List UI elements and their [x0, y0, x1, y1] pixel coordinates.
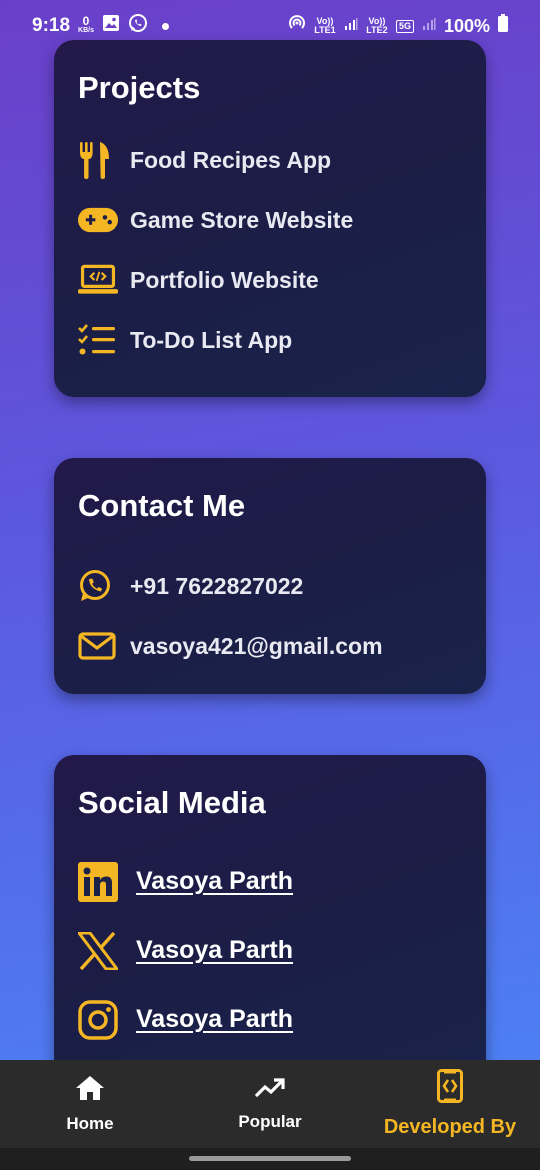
- project-item-portfolio[interactable]: Portfolio Website: [78, 250, 462, 310]
- social-list: Vasoya Parth Vasoya Parth Vasoya Parth: [78, 847, 462, 1054]
- contact-item-phone[interactable]: +91 7622827022: [78, 556, 462, 616]
- contact-title: Contact Me: [78, 488, 246, 523]
- restaurant-icon: [78, 140, 118, 180]
- status-left: 9:18 0 KB/s: [32, 13, 169, 39]
- nav-home[interactable]: Home: [0, 1075, 180, 1134]
- signal-icon: [344, 15, 358, 37]
- checklist-icon: [78, 320, 118, 360]
- projects-title: Projects: [78, 70, 201, 105]
- net-speed: 0 KB/s: [78, 14, 94, 35]
- projects-list: Food Recipes App Game Store Website Port…: [78, 130, 462, 370]
- battery-level: 100%: [443, 15, 490, 36]
- nav-popular[interactable]: Popular: [180, 1077, 360, 1132]
- project-label: To-Do List App: [130, 326, 293, 353]
- nav-developed-by-label: Developed By: [383, 1116, 517, 1138]
- contact-item-email[interactable]: vasoya421@gmail.com: [78, 616, 462, 676]
- sim1-label: Vo)) LTE1: [314, 16, 336, 35]
- instagram-icon: [78, 999, 118, 1040]
- whatsapp-icon: [78, 566, 118, 606]
- x-icon: [78, 931, 118, 971]
- code-file-icon: [437, 1069, 463, 1108]
- nav-home-label: Home: [66, 1113, 114, 1133]
- instagram-link[interactable]: Vasoya Parth: [136, 1005, 293, 1034]
- whatsapp-notification-icon: [128, 13, 148, 39]
- x-link[interactable]: Vasoya Parth: [136, 936, 293, 965]
- project-item-food-recipes[interactable]: Food Recipes App: [78, 130, 462, 190]
- project-label: Food Recipes App: [130, 146, 332, 173]
- home-icon: [75, 1075, 105, 1106]
- nav-developed-by[interactable]: Developed By: [360, 1069, 540, 1139]
- contact-phone: +91 7622827022: [130, 572, 304, 599]
- home-indicator[interactable]: [189, 1156, 351, 1161]
- hotspot-icon: [288, 14, 306, 38]
- social-item-instagram[interactable]: Vasoya Parth: [78, 985, 462, 1054]
- bottom-navigation: Home Popular Developed By: [0, 1060, 540, 1148]
- notification-dot-icon: [161, 22, 169, 30]
- sim2-label: Vo)) LTE2: [366, 16, 388, 35]
- laptop-code-icon: [78, 260, 118, 300]
- project-label: Portfolio Website: [130, 266, 319, 293]
- net-speed-unit: KB/s: [78, 27, 94, 34]
- gamepad-icon: [78, 200, 118, 240]
- social-item-x[interactable]: Vasoya Parth: [78, 916, 462, 985]
- contact-email: vasoya421@gmail.com: [130, 632, 383, 659]
- social-item-linkedin[interactable]: Vasoya Parth: [78, 847, 462, 916]
- nav-popular-label: Popular: [238, 1111, 302, 1131]
- project-item-game-store[interactable]: Game Store Website: [78, 190, 462, 250]
- mail-icon: [78, 626, 118, 666]
- contact-list: +91 7622827022 vasoya421@gmail.com: [78, 556, 462, 676]
- project-item-todo[interactable]: To-Do List App: [78, 310, 462, 370]
- battery-icon: [498, 14, 508, 38]
- gallery-icon: [102, 14, 120, 38]
- projects-card: Projects Food Recipes App Game Store Web…: [54, 40, 486, 397]
- social-card: Social Media Vasoya Parth Vasoya Parth V…: [54, 755, 486, 1085]
- contact-card: Contact Me +91 7622827022 vasoya421@gmai…: [54, 458, 486, 694]
- linkedin-link[interactable]: Vasoya Parth: [136, 867, 293, 896]
- status-right: Vo)) LTE1 Vo)) LTE2 5G 100%: [288, 14, 508, 38]
- social-title: Social Media: [78, 785, 266, 820]
- signal-icon-2: [422, 15, 436, 37]
- net-speed-value: 0: [82, 14, 90, 28]
- trending-up-icon: [254, 1077, 286, 1104]
- network-type: 5G: [395, 19, 414, 33]
- linkedin-icon: [78, 861, 118, 902]
- status-time: 9:18: [32, 15, 71, 36]
- project-label: Game Store Website: [130, 206, 354, 233]
